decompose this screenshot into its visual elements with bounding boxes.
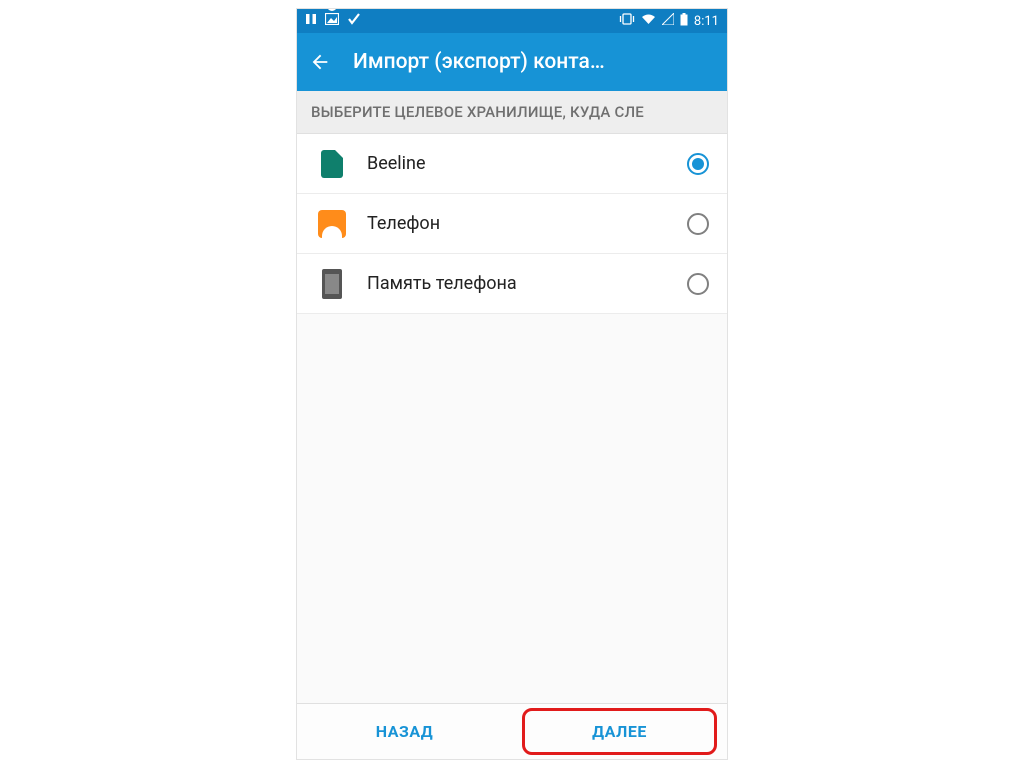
content-spacer — [297, 314, 727, 703]
app-bar: Импорт (экспорт) конта… — [297, 33, 727, 91]
storage-option-label: Память телефона — [353, 273, 687, 294]
arrow-left-icon — [309, 51, 331, 73]
device-frame: 8:11 Импорт (экспорт) конта… ВЫБЕРИТЕ ЦЕ… — [296, 8, 728, 760]
status-bar: 8:11 — [297, 9, 727, 33]
next-nav-label: ДАЛЕЕ — [592, 722, 647, 741]
check-icon — [347, 12, 361, 30]
storage-option-beeline[interactable]: Beeline — [297, 134, 727, 194]
back-nav-label: НАЗАД — [376, 722, 433, 741]
status-left-icons — [305, 12, 361, 30]
status-right-icons: 8:11 — [619, 13, 719, 30]
vibrate-icon — [619, 13, 635, 29]
next-nav-button[interactable]: ДАЛЕЕ — [512, 704, 727, 759]
bottom-bar: НАЗАД ДАЛЕЕ — [297, 703, 727, 759]
storage-option-phone[interactable]: Телефон — [297, 194, 727, 254]
back-nav-button[interactable]: НАЗАД — [297, 704, 512, 759]
page-title: Импорт (экспорт) конта… — [353, 50, 605, 74]
sim-icon — [311, 150, 353, 178]
contact-icon — [311, 210, 353, 238]
radio-unselected-icon — [687, 213, 709, 235]
battery-icon — [680, 13, 688, 30]
signal-icon — [662, 13, 674, 29]
phone-storage-icon — [311, 269, 353, 299]
image-icon — [325, 13, 339, 29]
status-time: 8:11 — [694, 14, 719, 29]
back-button[interactable] — [309, 51, 331, 73]
radio-selected-icon — [687, 153, 709, 175]
pause-icon — [305, 13, 317, 29]
storage-option-label: Телефон — [353, 213, 687, 234]
wifi-icon — [641, 13, 656, 29]
section-header: ВЫБЕРИТЕ ЦЕЛЕВОЕ ХРАНИЛИЩЕ, КУДА СЛЕ — [297, 91, 727, 134]
storage-option-label: Beeline — [353, 153, 687, 174]
storage-option-phone-memory[interactable]: Память телефона — [297, 254, 727, 314]
storage-list: Beeline Телефон Память телефона — [297, 134, 727, 314]
radio-unselected-icon — [687, 273, 709, 295]
